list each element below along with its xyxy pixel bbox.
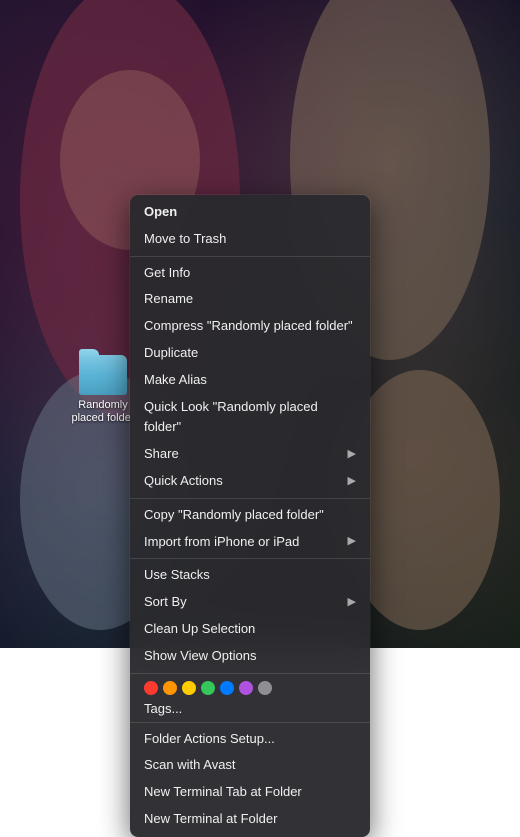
tag-dot-red[interactable] bbox=[144, 681, 158, 695]
menu-item-use-stacks[interactable]: Use Stacks bbox=[130, 562, 370, 589]
menu-item-tags[interactable]: Tags... bbox=[130, 699, 370, 719]
menu-item-quick-actions[interactable]: Quick Actions ▶ bbox=[130, 468, 370, 495]
folder-label: Randomly placed folder bbox=[68, 399, 138, 425]
menu-item-import[interactable]: Import from iPhone or iPad ▶ bbox=[130, 529, 370, 556]
menu-item-make-alias[interactable]: Make Alias bbox=[130, 367, 370, 394]
menu-item-compress[interactable]: Compress "Randomly placed folder" bbox=[130, 313, 370, 340]
tag-dot-green[interactable] bbox=[201, 681, 215, 695]
menu-item-scan-avast[interactable]: Scan with Avast bbox=[130, 752, 370, 779]
context-menu: Open Move to Trash Get Info Rename Compr… bbox=[130, 195, 370, 837]
separator-5 bbox=[130, 722, 370, 723]
menu-item-share[interactable]: Share ▶ bbox=[130, 441, 370, 468]
folder-area[interactable]: Randomly placed folder bbox=[68, 355, 138, 425]
menu-item-duplicate[interactable]: Duplicate bbox=[130, 340, 370, 367]
share-arrow: ▶ bbox=[348, 446, 356, 464]
menu-item-new-terminal-tab[interactable]: New Terminal Tab at Folder bbox=[130, 779, 370, 806]
import-arrow: ▶ bbox=[348, 533, 356, 551]
menu-item-open[interactable]: Open bbox=[130, 199, 370, 226]
menu-item-copy[interactable]: Copy "Randomly placed folder" bbox=[130, 502, 370, 529]
menu-item-sort-by[interactable]: Sort By ▶ bbox=[130, 589, 370, 616]
tag-dot-orange[interactable] bbox=[163, 681, 177, 695]
separator-3 bbox=[130, 558, 370, 559]
quick-actions-arrow: ▶ bbox=[348, 473, 356, 491]
menu-item-get-info[interactable]: Get Info bbox=[130, 260, 370, 287]
menu-item-folder-actions[interactable]: Folder Actions Setup... bbox=[130, 726, 370, 753]
tag-dot-purple[interactable] bbox=[239, 681, 253, 695]
menu-item-new-terminal[interactable]: New Terminal at Folder bbox=[130, 806, 370, 833]
tag-dot-blue[interactable] bbox=[220, 681, 234, 695]
menu-item-clean-up[interactable]: Clean Up Selection bbox=[130, 616, 370, 643]
separator-4 bbox=[130, 673, 370, 674]
separator-2 bbox=[130, 498, 370, 499]
tag-dot-gray[interactable] bbox=[258, 681, 272, 695]
separator-1 bbox=[130, 256, 370, 257]
menu-item-rename[interactable]: Rename bbox=[130, 286, 370, 313]
menu-item-show-view-options[interactable]: Show View Options bbox=[130, 643, 370, 670]
tag-dot-yellow[interactable] bbox=[182, 681, 196, 695]
sort-by-arrow: ▶ bbox=[348, 594, 356, 612]
menu-item-move-to-trash[interactable]: Move to Trash bbox=[130, 226, 370, 253]
menu-item-quick-look[interactable]: Quick Look "Randomly placed folder" bbox=[130, 394, 370, 442]
folder-icon bbox=[79, 355, 127, 395]
tags-row bbox=[130, 677, 370, 699]
